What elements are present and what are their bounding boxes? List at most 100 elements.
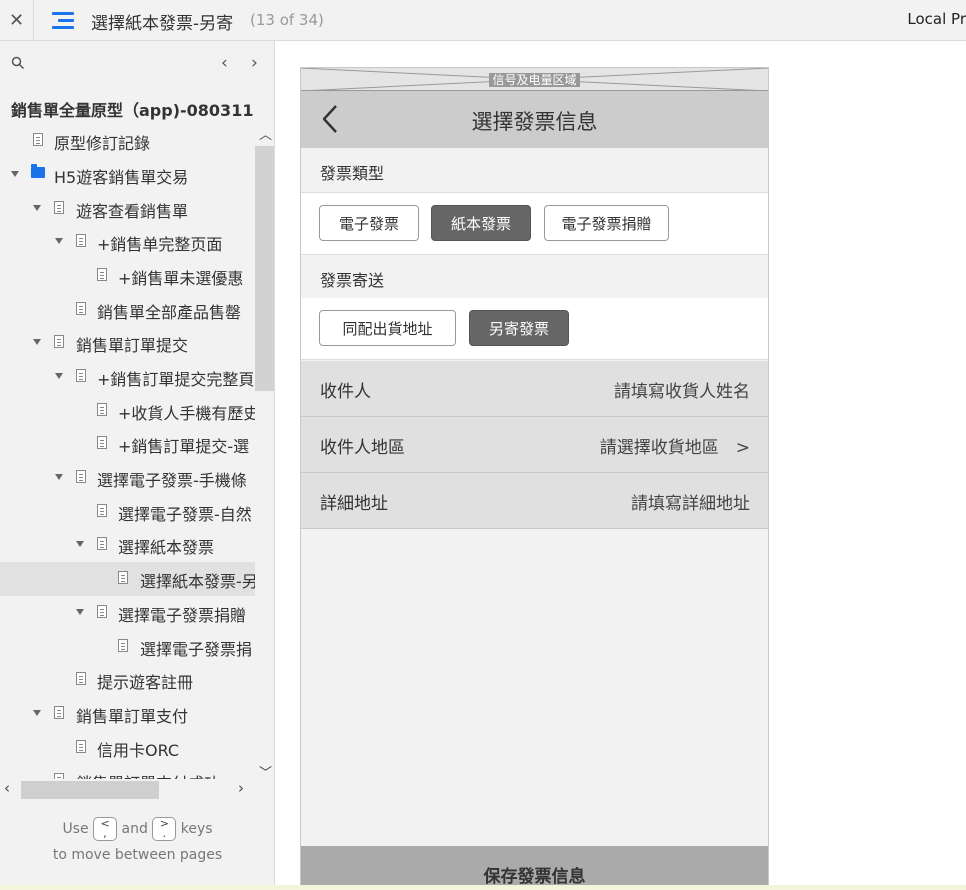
tree-item-label: 原型修訂記錄 (54, 134, 151, 153)
page-icon (76, 672, 86, 685)
invoice-type-electronic-button[interactable]: 電子發票 (319, 205, 419, 241)
recipient-region-row[interactable]: 收件人地區 請選擇收貨地區 > (301, 417, 768, 473)
tree-item-label: 銷售單全部產品售罄 (97, 303, 242, 322)
scroll-down-icon[interactable]: ﹀ (259, 762, 272, 781)
tree-item-label: 銷售單訂單提交 (76, 336, 189, 355)
recipient-name-input[interactable]: 請填寫收貨人姓名 (614, 377, 750, 402)
collapse-triangle-icon[interactable] (76, 609, 84, 615)
field-label: 收件人地區 (320, 438, 405, 458)
prev-key-label: < (100, 817, 110, 830)
collapse-triangle-icon[interactable] (33, 205, 41, 211)
collapse-triangle-icon[interactable] (55, 474, 63, 480)
tree-item[interactable]: +銷售訂單提交-選 (0, 427, 255, 461)
invoice-type-paper-button[interactable]: 紙本發票 (431, 205, 531, 241)
collapse-triangle-icon[interactable] (33, 339, 41, 345)
next-key-label: > (159, 817, 169, 830)
page-title: 選擇紙本發票-另寄 (91, 14, 234, 34)
page-icon (76, 302, 86, 315)
tree-item[interactable]: +銷售訂單提交完整頁 (0, 360, 255, 394)
delivery-section-header: 發票寄送 (301, 255, 768, 300)
tree-item[interactable]: +銷售单完整页面 (0, 225, 255, 259)
tree-item[interactable]: 選擇電子發票捐 (0, 630, 255, 664)
tree-item[interactable]: 銷售單全部產品售罄 (0, 293, 255, 327)
tree-item[interactable]: 選擇電子發票捐贈 (0, 596, 255, 630)
tree-horizontal-scrollbar[interactable]: ‹ › (0, 779, 255, 801)
invoice-type-options: 電子發票 紙本發票 電子發票捐贈 (301, 193, 768, 255)
next-page-icon[interactable]: › (251, 53, 258, 73)
section-heading: 發票類型 (320, 164, 385, 183)
tree-item[interactable]: 選擇電子發票-手機條 (0, 461, 255, 495)
keyboard-hint: Use <, and >. keys to move between pages (0, 816, 274, 868)
delivery-same-address-button[interactable]: 同配出貨地址 (319, 310, 456, 346)
collapse-triangle-icon[interactable] (55, 238, 63, 244)
page-icon (97, 504, 107, 517)
invoice-type-section-header: 發票類型 (301, 148, 768, 193)
scroll-right-icon[interactable]: › (238, 779, 244, 797)
page-icon (97, 537, 107, 550)
tree-item[interactable]: 銷售單訂單提交 (0, 326, 255, 360)
detailed-address-input[interactable]: 請填寫詳細地址 (631, 489, 750, 514)
recipient-name-row[interactable]: 收件人 請填寫收貨人姓名 (301, 361, 768, 417)
tree-item-label: 提示遊客註冊 (97, 673, 194, 692)
page-icon (76, 234, 86, 247)
tree-item[interactable]: +收貨人手機有歷史 (0, 394, 255, 428)
tree-item-label: +銷售单完整页面 (97, 235, 223, 254)
page-icon (76, 369, 86, 382)
search-icon[interactable] (11, 56, 25, 70)
tree-item-label: 銷售單訂單支付 (76, 707, 189, 726)
tree-item[interactable]: 銷售單訂單支付 (0, 697, 255, 731)
collapse-triangle-icon[interactable] (33, 710, 41, 716)
collapse-triangle-icon[interactable] (76, 541, 84, 547)
page-icon (97, 268, 107, 281)
hint-text: keys (180, 821, 213, 837)
scroll-up-icon[interactable]: ︿ (259, 124, 272, 143)
folder-icon (31, 164, 45, 178)
save-button-label: 保存發票信息 (483, 867, 586, 887)
tree-vertical-scrollbar[interactable]: ︿ ﹀ (255, 124, 274, 781)
page-icon (54, 201, 64, 214)
tree-item-label: 選擇電子發票-自然 (118, 505, 252, 524)
prev-page-icon[interactable]: ‹ (221, 53, 228, 73)
tree-item-label: H5遊客銷售單交易 (54, 168, 189, 187)
section-heading: 發票寄送 (320, 271, 385, 290)
local-preview-label[interactable]: Local Pr (907, 10, 966, 28)
page-icon (118, 639, 128, 652)
tree-item[interactable]: 選擇紙本發票 (0, 528, 255, 562)
delivery-separate-button[interactable]: 另寄發票 (469, 310, 569, 346)
tree-item-selected[interactable]: 選擇紙本發票-另 (0, 562, 255, 596)
scrollbar-thumb[interactable] (255, 146, 274, 391)
tree-item-label: 選擇電子發票-手機條 (97, 471, 247, 490)
recipient-region-select[interactable]: 請選擇收貨地區 > (600, 433, 750, 458)
tree-item-label: 選擇紙本發票-另 (140, 572, 255, 591)
tree-item[interactable]: 信用卡ORC (0, 731, 255, 765)
tree-item[interactable]: 選擇電子發票-自然 (0, 495, 255, 529)
scrollbar-thumb[interactable] (21, 781, 159, 799)
save-invoice-button[interactable]: 保存發票信息 (301, 846, 768, 889)
tree-item[interactable]: H5遊客銷售單交易 (0, 158, 255, 192)
tree-item[interactable]: 提示遊客註冊 (0, 663, 255, 697)
scroll-left-icon[interactable]: ‹ (4, 779, 10, 797)
hint-text: and (121, 821, 148, 837)
tree-item-label: 銷售單訂單支付成功 (76, 770, 220, 779)
tree-item[interactable]: 遊客查看銷售單 (0, 192, 255, 226)
status-bar-label: 信号及电量区域 (489, 73, 580, 87)
nav-title: 選擇發票信息 (471, 110, 598, 134)
menu-icon[interactable] (52, 10, 74, 30)
tree-item-label: +銷售單未選優惠 (118, 269, 244, 288)
detailed-address-row[interactable]: 詳細地址 請填寫詳細地址 (301, 473, 768, 529)
page-icon (54, 335, 64, 348)
page-count: (13 of 34) (250, 11, 324, 29)
collapse-triangle-icon[interactable] (11, 171, 19, 177)
project-title: 銷售單全量原型（app)-080311 (11, 101, 254, 120)
prototype-frame: 信号及电量区域 選擇發票信息 發票類型 電子發票 紙本發票 電子發票捐贈 發票寄… (300, 67, 769, 890)
collapse-triangle-icon[interactable] (55, 373, 63, 379)
tree-item[interactable]: +銷售單未選優惠 (0, 259, 255, 293)
tree-item[interactable]: 銷售單訂單支付成功 (0, 764, 255, 779)
tree-item-label: 選擇電子發票捐贈 (118, 606, 247, 625)
close-icon[interactable]: ✕ (0, 0, 34, 41)
invoice-type-donate-button[interactable]: 電子發票捐贈 (544, 205, 669, 241)
status-bar-placeholder: 信号及电量区域 (301, 68, 768, 91)
tree-item[interactable]: 原型修訂記錄 (0, 124, 255, 158)
tree-item-label: 信用卡ORC (97, 741, 180, 760)
hint-text: to move between pages (52, 847, 223, 863)
